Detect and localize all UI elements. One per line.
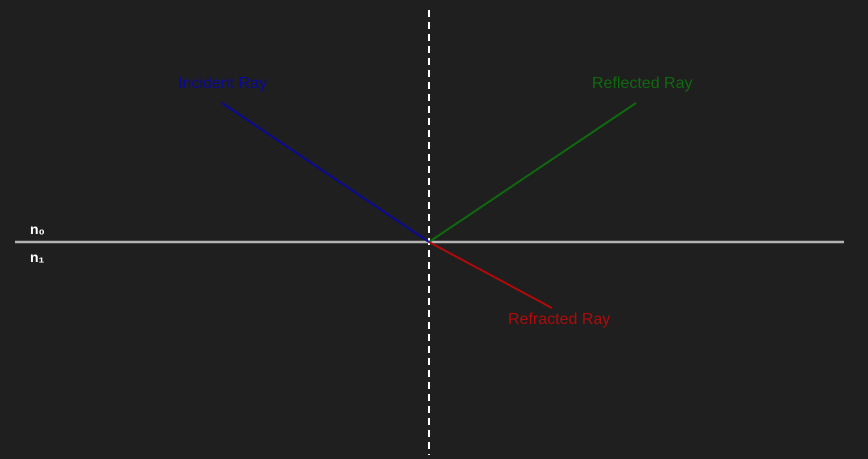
incident-ray-label: Incident Ray bbox=[178, 75, 267, 92]
refracted-ray bbox=[428, 241, 553, 309]
incident-ray bbox=[221, 102, 430, 243]
medium-n1-label: n₁ bbox=[30, 249, 45, 265]
diagram-canvas: Incident Ray Reflected Ray Refracted Ray… bbox=[15, 10, 844, 455]
reflected-ray-label: Reflected Ray bbox=[592, 75, 693, 92]
reflected-ray bbox=[428, 102, 637, 243]
medium-n0-label: n₀ bbox=[30, 221, 45, 237]
refracted-ray-label: Refracted Ray bbox=[508, 311, 610, 328]
optics-diagram: Incident Ray Reflected Ray Refracted Ray… bbox=[0, 0, 868, 459]
